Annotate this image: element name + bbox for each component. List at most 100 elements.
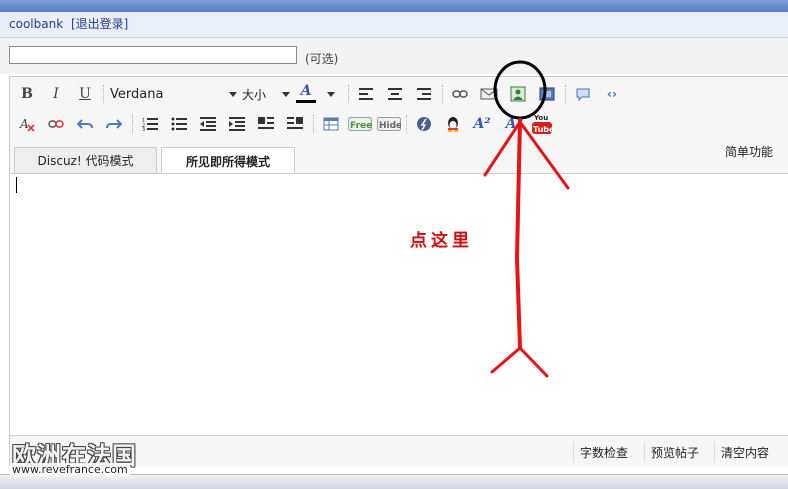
font-size-value: 大小 xyxy=(242,87,267,102)
align-center-button[interactable] xyxy=(384,83,406,105)
quote-button[interactable] xyxy=(572,83,594,105)
font-family-value: Verdana xyxy=(110,86,164,102)
speech-bubble-icon xyxy=(576,88,590,101)
code-button[interactable]: ‹› xyxy=(601,83,623,105)
optional-label: (可选) xyxy=(305,52,339,66)
user-bar: coolbank [退出登录] xyxy=(0,12,788,38)
flash-icon xyxy=(417,117,431,131)
align-right-icon xyxy=(417,88,431,100)
tab-code-mode[interactable]: Discuz! 代码模式 xyxy=(14,147,157,173)
tab-wysiwyg-mode[interactable]: 所见即所得模式 xyxy=(161,147,295,174)
svg-text:3: 3 xyxy=(142,127,145,131)
font-color-dropdown[interactable] xyxy=(324,83,338,105)
chevron-down-icon xyxy=(229,92,237,97)
unlink-button[interactable] xyxy=(45,113,67,135)
word-count-button[interactable]: 字数检查 xyxy=(573,442,634,462)
superscript-button[interactable]: A² xyxy=(471,113,493,135)
font-size-select[interactable]: 大小 xyxy=(242,83,292,105)
undo-icon xyxy=(77,119,93,129)
ordered-list-icon: 123 xyxy=(142,118,158,131)
float-right-button[interactable] xyxy=(284,113,306,135)
align-left-icon xyxy=(359,88,373,100)
toolbar-separator xyxy=(442,85,443,103)
top-header-bar xyxy=(0,0,788,12)
chevron-down-icon xyxy=(327,91,335,97)
text-caret xyxy=(16,177,17,193)
svg-text:Free: Free xyxy=(350,121,372,131)
toolbar-separator xyxy=(313,115,314,133)
outdent-icon xyxy=(200,117,216,131)
float-left-icon xyxy=(258,117,274,129)
free-button[interactable]: Free xyxy=(347,113,373,135)
editor-mode-tabs: Discuz! 代码模式 所见即所得模式 xyxy=(10,147,788,174)
float-right-icon xyxy=(287,117,303,129)
redo-button[interactable] xyxy=(103,113,125,135)
code-icon: ‹› xyxy=(607,87,617,101)
watermark-url: www.revefrance.com xyxy=(10,463,130,476)
hide-button[interactable]: Hide xyxy=(376,113,402,135)
annotation-label: 点这里 xyxy=(410,231,473,251)
table-button[interactable] xyxy=(320,113,342,135)
clear-content-button[interactable]: 清空内容 xyxy=(714,442,775,462)
site-watermark: 欧洲在法国 www.revefrance.com xyxy=(10,436,150,478)
qq-button[interactable] xyxy=(442,113,464,135)
italic-button[interactable]: I xyxy=(45,83,67,105)
image-icon xyxy=(510,86,526,102)
username-link[interactable]: coolbank xyxy=(9,17,63,31)
toolbar-separator xyxy=(406,115,407,133)
hide-tag-icon: Hide xyxy=(377,117,401,131)
svg-text:A: A xyxy=(19,117,29,131)
svg-text:You: You xyxy=(533,114,548,122)
font-family-select[interactable]: Verdana xyxy=(109,83,239,105)
remove-format-icon: A xyxy=(19,117,35,132)
float-left-button[interactable] xyxy=(255,113,277,135)
subscript-icon: A xyxy=(505,116,517,132)
link-icon xyxy=(452,90,468,98)
ordered-list-button[interactable]: 123 xyxy=(139,113,161,135)
toolbar-separator xyxy=(103,85,104,103)
undo-button[interactable] xyxy=(74,113,96,135)
font-color-icon: A xyxy=(300,82,312,99)
subscript-button[interactable]: A xyxy=(500,113,522,135)
toolbar-separator xyxy=(348,85,349,103)
editor-content-area[interactable] xyxy=(10,173,788,435)
redo-icon xyxy=(106,119,122,129)
font-color-button[interactable]: A xyxy=(295,82,317,104)
simple-mode-link[interactable]: 简单功能 xyxy=(725,143,773,160)
toolbar-separator xyxy=(132,115,133,133)
free-tag-icon: Free xyxy=(348,117,372,131)
font-color-swatch xyxy=(296,99,316,103)
link-button[interactable] xyxy=(449,83,471,105)
toolbar-separator xyxy=(565,85,566,103)
title-input[interactable] xyxy=(9,46,297,64)
preview-post-button[interactable]: 预览帖子 xyxy=(644,442,705,462)
align-center-icon xyxy=(388,88,402,100)
qq-penguin-icon xyxy=(447,117,459,132)
film-icon xyxy=(539,87,555,101)
chevron-down-icon xyxy=(282,92,290,97)
logout-link[interactable]: [退出登录] xyxy=(71,17,128,31)
underline-button[interactable]: U xyxy=(74,83,96,105)
insert-media-button[interactable] xyxy=(536,83,558,105)
svg-text:Hide: Hide xyxy=(379,121,401,131)
rich-text-editor: B I U Verdana 大小 A ‹› A 1 2 3 Free Hide … xyxy=(9,76,788,466)
youtube-button[interactable]: You Tube xyxy=(529,111,555,137)
title-row: (可选) xyxy=(0,38,788,74)
flash-button[interactable] xyxy=(413,113,435,135)
bullet-list-icon xyxy=(171,117,187,131)
indent-icon xyxy=(229,117,245,131)
table-icon xyxy=(323,117,339,131)
email-icon xyxy=(480,88,498,100)
youtube-icon: You Tube xyxy=(532,114,553,134)
insert-image-button[interactable] xyxy=(507,83,529,105)
unlink-icon xyxy=(48,120,64,128)
remove-format-button[interactable]: A xyxy=(16,113,38,135)
email-button[interactable] xyxy=(478,83,500,105)
bold-button[interactable]: B xyxy=(16,83,38,105)
outdent-button[interactable] xyxy=(197,113,219,135)
bullet-list-button[interactable] xyxy=(168,113,190,135)
align-left-button[interactable] xyxy=(355,83,377,105)
align-right-button[interactable] xyxy=(413,83,435,105)
svg-text:Tube: Tube xyxy=(533,125,553,134)
indent-button[interactable] xyxy=(226,113,248,135)
